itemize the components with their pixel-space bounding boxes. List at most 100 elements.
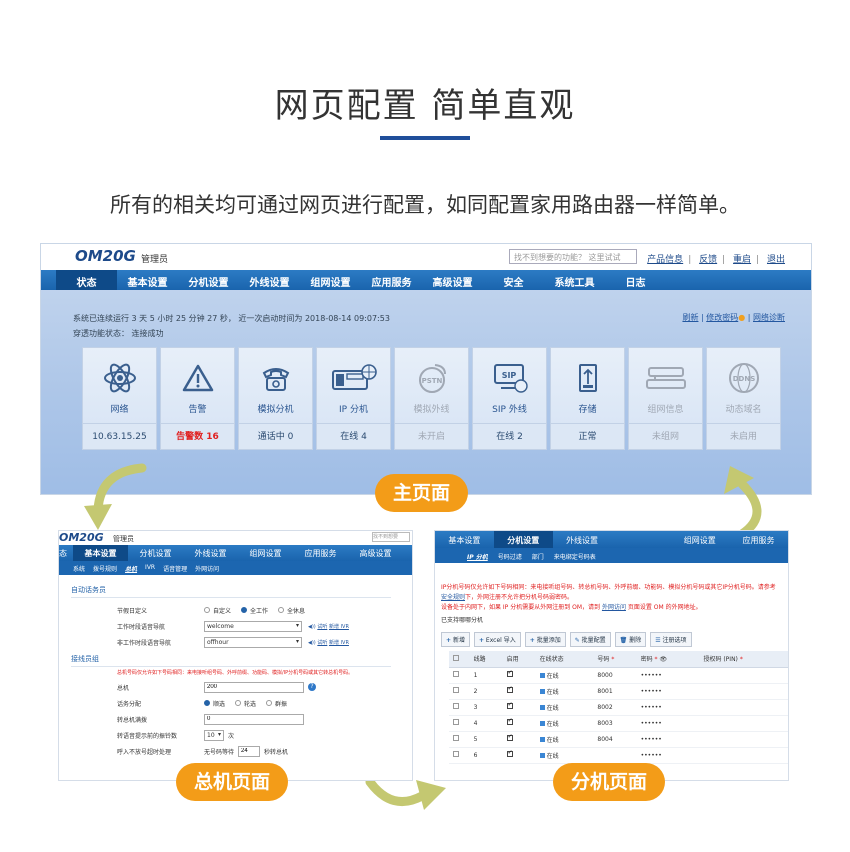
tile-network-info[interactable]: 组网信息 未组网	[628, 347, 703, 450]
tile-ddns[interactable]: DDNS 动态域名 未启用	[706, 347, 781, 450]
select-all-checkbox	[453, 654, 459, 661]
enable-checkbox[interactable]	[506, 669, 513, 677]
help-icon[interactable]: ?	[308, 683, 316, 691]
nav-advanced[interactable]: 高级设置	[422, 270, 483, 290]
subnav-filter[interactable]: 号码过滤	[498, 548, 522, 563]
delete-button[interactable]: 🗑 删除	[614, 632, 647, 647]
search-input[interactable]: 找不到想要	[372, 532, 410, 542]
table-row: 1在线8000••••••	[449, 667, 788, 684]
tile-alarm[interactable]: 告警 告警数 16	[160, 347, 235, 450]
subnav-ip-ext[interactable]: IP 分机	[467, 548, 488, 563]
search-input[interactable]: 找不到想要的功能？ 这里试试	[509, 249, 637, 264]
subnav-wan[interactable]: 外网访问	[195, 561, 219, 575]
nav-apps[interactable]: 应用服务	[361, 270, 422, 290]
radio-round-robin[interactable]: 轮选	[235, 699, 256, 708]
tile-network[interactable]: 网络 10.63.15.25	[82, 347, 157, 450]
change-password-link[interactable]: 修改密码	[706, 313, 738, 322]
tile-analog-ext[interactable]: 模拟分机 通话中 0	[238, 347, 313, 450]
subnav-pbx[interactable]: 总机	[125, 561, 137, 575]
nav-trunk[interactable]: 外线设置	[183, 545, 238, 561]
row-checkbox[interactable]	[453, 687, 459, 693]
tile-label: 模拟外线	[413, 405, 450, 415]
row-checkbox[interactable]	[453, 671, 459, 677]
link-reboot[interactable]: 重启	[733, 255, 751, 265]
radio-sequential[interactable]: 顺选	[204, 699, 225, 708]
subnav-dialrules[interactable]: 拨号规则	[93, 561, 117, 575]
radio-ring-all[interactable]: 群振	[266, 699, 287, 708]
page-subtitle: 所有的相关均可通过网页进行配置，如同配置家用路由器一样简单。	[110, 193, 740, 217]
badge-pbx-page: 总机页面	[176, 763, 289, 801]
busy-input[interactable]	[204, 713, 304, 725]
nav-apps[interactable]: 应用服务	[293, 545, 348, 561]
row-checkbox[interactable]	[453, 751, 459, 757]
offwork-ivr-select[interactable]: offhour	[204, 636, 302, 648]
link-logout[interactable]: 退出	[767, 255, 785, 265]
batch-add-button[interactable]: + 批量添加	[524, 632, 566, 647]
link-product-info[interactable]: 产品信息	[647, 255, 683, 265]
new-ivr-link[interactable]: 新增 IVR	[329, 640, 349, 646]
nav-ext[interactable]: 分机设置	[128, 545, 183, 561]
tile-sip-trunk[interactable]: SIP SIP 外线 在线 2	[472, 347, 547, 450]
diagnose-link[interactable]: 网络诊断	[753, 313, 785, 322]
timeout-input[interactable]	[238, 745, 261, 757]
nav-network[interactable]: 组网设置	[300, 270, 361, 290]
enable-checkbox[interactable]	[506, 701, 513, 709]
wan-access-link[interactable]: 外网访问	[602, 604, 626, 611]
subnav-dept[interactable]: 部门	[532, 548, 544, 563]
pilot-number-input[interactable]	[204, 681, 304, 693]
ring-count-select[interactable]: 10	[204, 729, 224, 741]
badge-extension-page: 分机页面	[553, 763, 666, 801]
work-ivr-select[interactable]: welcome	[204, 620, 302, 632]
enable-checkbox[interactable]	[506, 717, 513, 725]
radio-all-work[interactable]: 全工作	[241, 606, 268, 615]
radio-all-rest[interactable]: 全休息	[278, 606, 305, 615]
batch-config-button[interactable]: ✎ 批量配置	[569, 632, 611, 647]
nav-logs[interactable]: 日志	[605, 270, 666, 290]
tile-label: 告警	[188, 405, 207, 415]
nav-trunk[interactable]: 外线设置	[239, 270, 300, 290]
nav-security[interactable]: 安全	[483, 270, 544, 290]
register-options-button[interactable]: ☰ 注册选项	[650, 632, 692, 647]
subnav-voice[interactable]: 语音管理	[163, 561, 187, 575]
radio-custom[interactable]: 自定义	[204, 606, 231, 615]
nav-basic[interactable]: 基本设置	[435, 531, 494, 548]
nav-trunk[interactable]: 外线设置	[553, 531, 612, 548]
excel-import-button[interactable]: + Excel 导入	[473, 632, 521, 647]
nav-apps[interactable]: 应用服务	[729, 531, 788, 548]
refresh-link[interactable]: 刷新	[682, 313, 698, 322]
tile-analog-trunk[interactable]: PSTN 模拟外线 未开启	[394, 347, 469, 450]
nav-tools[interactable]: 系统工具	[544, 270, 605, 290]
nav-network[interactable]: 组网设置	[670, 531, 729, 548]
row-checkbox[interactable]	[453, 703, 459, 709]
security-rules-link[interactable]: 安全规则	[441, 594, 465, 601]
nav-network[interactable]: 组网设置	[238, 545, 293, 561]
subnav-ivr[interactable]: IVR	[145, 561, 155, 575]
row-checkbox[interactable]	[453, 735, 459, 741]
subnav-system[interactable]: 系统	[73, 561, 85, 575]
logo: OM20G	[75, 247, 136, 265]
status-dot-icon	[539, 720, 545, 726]
tile-value: 未启用	[707, 423, 780, 449]
add-button[interactable]: + 新增	[441, 632, 470, 647]
nav-blank[interactable]	[611, 531, 670, 548]
tile-ip-ext[interactable]: IP 分机 在线 4	[316, 347, 391, 450]
curved-arrow-icon	[724, 466, 762, 539]
enable-checkbox[interactable]	[506, 685, 513, 693]
new-ivr-link[interactable]: 新增 IVR	[329, 624, 349, 630]
nav-basic[interactable]: 基本设置	[73, 545, 128, 561]
row-checkbox[interactable]	[453, 719, 459, 725]
audition-link[interactable]: 试听	[317, 640, 327, 646]
nav-status[interactable]: 态	[59, 545, 73, 561]
nav-status[interactable]: 状态	[56, 270, 117, 290]
nav-advanced[interactable]: 高级设置	[348, 545, 403, 561]
table-row: 4在线8003••••••	[449, 715, 788, 732]
nav-ext[interactable]: 分机设置	[493, 531, 553, 548]
enable-checkbox[interactable]	[506, 733, 513, 741]
subnav-binding[interactable]: 来电绑定号码表	[554, 548, 596, 563]
audition-link[interactable]: 试听	[317, 624, 327, 630]
nav-ext[interactable]: 分机设置	[178, 270, 239, 290]
link-feedback[interactable]: 反馈	[699, 255, 717, 265]
nav-basic[interactable]: 基本设置	[117, 270, 178, 290]
tile-storage[interactable]: 存储 正常	[550, 347, 625, 450]
enable-checkbox[interactable]	[506, 749, 513, 757]
